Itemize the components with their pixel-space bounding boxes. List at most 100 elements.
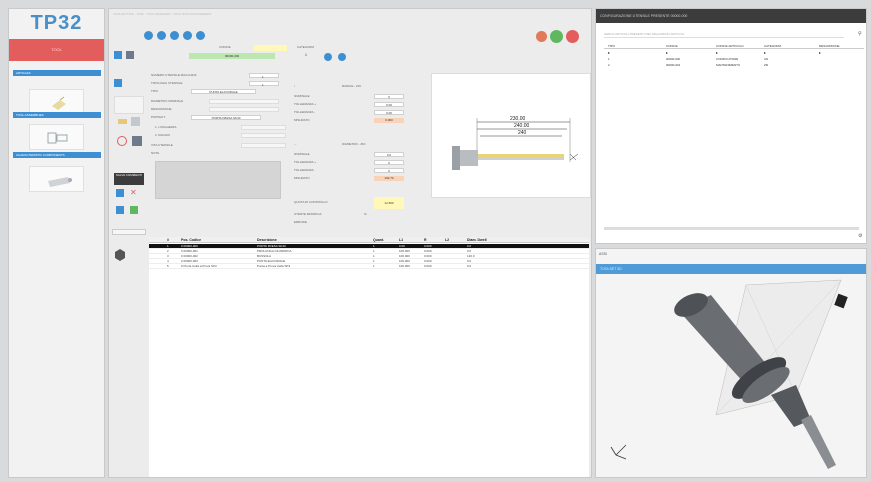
horizontal-scrollbar[interactable] xyxy=(604,227,859,230)
axes-tab[interactable]: ASSI xyxy=(599,252,607,256)
quota-field[interactable]: 12.500 xyxy=(374,197,404,209)
confirm-button[interactable] xyxy=(550,30,563,43)
quota-label: QUOTA DI CONTROLLO xyxy=(294,200,328,204)
category-next-button[interactable] xyxy=(338,53,346,61)
delete-icon[interactable]: ✕ xyxy=(130,189,138,197)
config-cell: 1 xyxy=(608,57,610,61)
col-header[interactable]: CODICE xyxy=(666,43,678,49)
col-header[interactable]: CATEGORIA xyxy=(764,43,781,49)
config-row[interactable]: 2 00000-001 MANTENIMENTO ZM xyxy=(596,63,866,68)
scale-icon[interactable] xyxy=(131,117,140,126)
length-field[interactable] xyxy=(241,125,286,130)
nav-tool-button[interactable]: TOOL xyxy=(9,39,104,61)
code-extra-field[interactable] xyxy=(254,45,287,51)
param-label: TOLLERANZA + xyxy=(294,160,317,164)
search-icon[interactable]: ⚲ xyxy=(858,31,862,37)
search-mini[interactable] xyxy=(112,229,146,235)
components-table: # Pos. Codice Descrizione Quant. L1 R L2… xyxy=(149,237,589,477)
type-field[interactable]: PUNTA ELICOIDALE xyxy=(191,89,256,94)
config-cell: ZM xyxy=(764,63,769,67)
length-tol-plus-field[interactable]: 0.00 xyxy=(374,102,404,107)
configuration-panel: CONFIGURAZIONE UTENSILE PRESENTE 00000-0… xyxy=(595,8,867,244)
notes-textarea[interactable] xyxy=(155,161,281,199)
components-thumbnail[interactable] xyxy=(29,166,84,192)
last-record-button[interactable] xyxy=(183,31,192,40)
col-header[interactable]: DESCRIZIONE xyxy=(819,43,840,49)
import-icon[interactable] xyxy=(114,79,122,87)
assemblies-thumbnail[interactable] xyxy=(29,124,84,150)
filter-icon[interactable]: ▸ xyxy=(666,50,668,55)
settings-icon[interactable]: ⚙ xyxy=(858,233,862,239)
tool-preview xyxy=(114,96,144,114)
nominal-diameter-field[interactable] xyxy=(209,99,279,104)
filter-icon[interactable]: ▸ xyxy=(819,50,821,55)
diameter-tol-plus-field[interactable]: 0 xyxy=(374,160,404,165)
radius-field[interactable] xyxy=(241,133,286,138)
close-button[interactable] xyxy=(566,30,579,43)
diameter-icon: ↔ xyxy=(294,142,297,146)
col-header[interactable]: TIPO xyxy=(608,43,615,49)
nav-section-articles[interactable]: ARTICLES xyxy=(13,70,101,76)
config-cell: 00000-001 xyxy=(666,63,681,67)
filter-icon[interactable]: ▸ xyxy=(716,50,718,55)
field-label: NOTE xyxy=(151,151,160,155)
quota-error-label: ERRORE xyxy=(294,220,307,224)
param-label: NOMINALE xyxy=(294,152,310,156)
grid-icon[interactable] xyxy=(126,51,134,59)
refresh-button[interactable] xyxy=(196,31,205,40)
copy-icon[interactable] xyxy=(116,206,124,214)
toolset-3d-panel: ASSI TOOLSET 3D xyxy=(595,248,867,478)
tool-form: NUMERO UTENSILE MACCHINA 1 TIPOLOGIA UTE… xyxy=(151,73,286,199)
tool-profile-drawing xyxy=(452,118,579,170)
description-field[interactable] xyxy=(209,107,279,112)
next-record-button[interactable] xyxy=(170,31,179,40)
col-header[interactable]: Pos. Codice xyxy=(181,237,201,243)
nav-section-components[interactable]: CHARACTERISTIC COMPONENTS xyxy=(13,152,101,158)
field-label: TIPO xyxy=(151,89,159,93)
export-icon[interactable] xyxy=(116,189,124,197)
dim-label: 240 xyxy=(518,130,527,136)
holder-select[interactable]: PORTA FRESA SK40 xyxy=(191,115,261,120)
col-header[interactable]: L1 xyxy=(399,237,403,243)
tool-type-select[interactable]: 1 xyxy=(249,81,279,87)
field-label: NUMERO UTENSILE MACCHINA xyxy=(151,73,197,77)
tool-life-field[interactable] xyxy=(241,143,286,148)
table-cell: 5 xyxy=(167,264,169,268)
col-header[interactable]: L2 xyxy=(445,237,449,243)
clock-icon[interactable] xyxy=(117,136,127,146)
filter-icon[interactable]: ▸ xyxy=(764,50,766,55)
machine-tool-number-select[interactable]: 1 xyxy=(249,73,279,79)
diameter-nominal-field[interactable]: 0.0 xyxy=(374,152,404,157)
col-header[interactable]: CODICE ARTICOLO xyxy=(716,43,744,49)
col-header[interactable]: Quant. xyxy=(373,237,384,243)
articles-search-input[interactable]: CERCA ARTICOLI PRESENTI NEL MAGAZZINO AR… xyxy=(604,31,844,38)
filter-icon[interactable]: ▸ xyxy=(608,50,610,55)
col-header[interactable]: # xyxy=(167,237,169,243)
nav-section-tool-assemblies[interactable]: TOOL ASSEMBLIES xyxy=(13,112,101,118)
category-value: 1 xyxy=(305,53,307,57)
table-cell: Punta a Prova Cella SK3 xyxy=(257,264,291,268)
window-title: TOOLSETTING - TP32 - TOOL MANAGER - TOOL… xyxy=(113,12,212,16)
save-icon[interactable] xyxy=(114,51,122,59)
tool-3d-viewer[interactable] xyxy=(596,275,866,477)
print-icon[interactable] xyxy=(132,136,142,146)
category-prev-button[interactable] xyxy=(324,53,332,61)
length-tol-minus-field[interactable]: 0.00 xyxy=(374,110,404,115)
cube-icon[interactable] xyxy=(113,247,147,261)
edit-button[interactable] xyxy=(536,31,547,42)
pencil-icon[interactable] xyxy=(118,119,127,124)
diameter-tol-minus-field[interactable]: 0 xyxy=(374,168,404,173)
prev-record-button[interactable] xyxy=(157,31,166,40)
first-record-button[interactable] xyxy=(144,31,153,40)
col-header[interactable]: Diam. Dwell xyxy=(467,237,487,243)
col-header[interactable]: Descrizione xyxy=(257,237,277,243)
save-comments-button[interactable]: SALVA COMMENTI xyxy=(114,173,144,185)
tree-icon[interactable] xyxy=(130,206,138,214)
param-label: TOLLERANZA + xyxy=(294,102,317,106)
config-row[interactable]: 1 00000-000 CODIFICATORE AN xyxy=(596,57,866,62)
field-label: TIPOLOGIA UTENSILE xyxy=(151,81,183,85)
code-value[interactable]: 00000-000 xyxy=(189,53,275,59)
length-nominal-field[interactable]: 0 xyxy=(374,94,404,99)
table-row[interactable]: 5 0 Punta Cella a Prova SK3 Punta a Prova … xyxy=(149,264,589,269)
col-header[interactable]: R xyxy=(424,237,427,243)
